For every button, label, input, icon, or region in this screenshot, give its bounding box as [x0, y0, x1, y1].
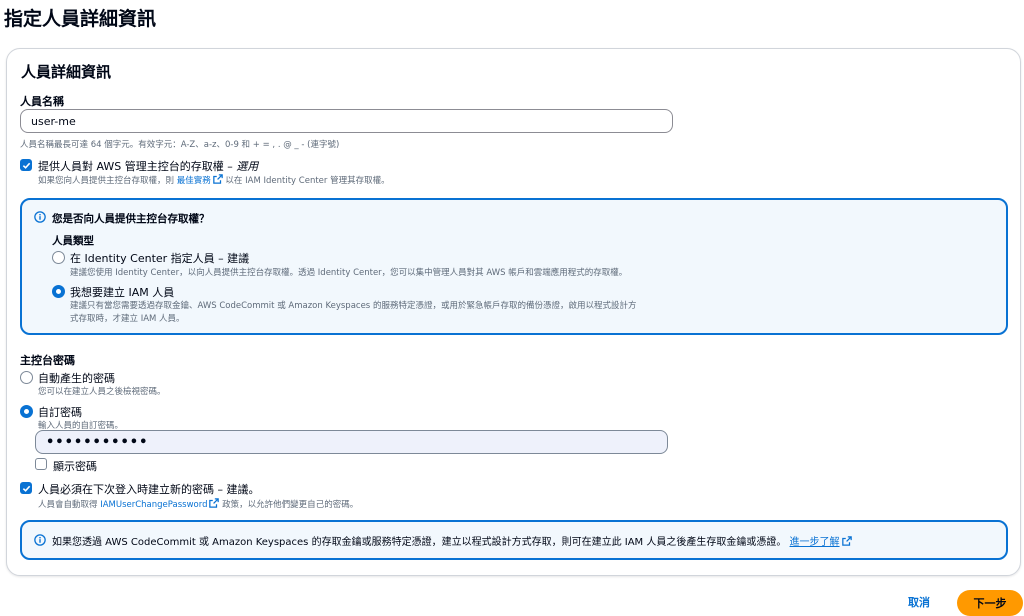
auto-password-label: 自動產生的密碼: [38, 372, 115, 385]
reset-password-desc-text: 人員會自動取得: [38, 500, 101, 510]
external-link-icon: [212, 174, 223, 184]
external-link-icon: [209, 498, 220, 508]
iam-user-radio[interactable]: [52, 285, 65, 298]
user-name-input[interactable]: user-me: [20, 109, 673, 133]
iam-user-description-line1: 建議只有當您需要透過存取金鑰、AWS CodeCommit 或 Amazon K…: [70, 301, 637, 311]
reset-password-checkbox[interactable]: [20, 482, 32, 494]
programmatic-access-note-text: 如果您透過 AWS CodeCommit 或 Amazon Keyspaces …: [52, 537, 787, 548]
best-practices-link[interactable]: 最佳實務: [177, 176, 211, 186]
iam-user-label: 我想要建立 IAM 人員: [70, 286, 175, 299]
learn-more-link[interactable]: 進一步了解: [790, 537, 840, 548]
iam-user-description-line2: 式存取時，才建立 IAM 人員。: [70, 314, 185, 324]
check-icon: [22, 485, 30, 492]
next-button[interactable]: 下一步: [957, 590, 1023, 616]
check-icon: [22, 162, 30, 169]
reset-password-label: 人員必須在下次登入時建立新的密碼 – 建議。: [38, 483, 260, 496]
console-password-label: 主控台密碼: [20, 354, 75, 367]
custom-password-label: 自訂密碼: [38, 406, 82, 419]
programmatic-access-note: 如果您透過 AWS CodeCommit 或 Amazon Keyspaces …: [52, 533, 852, 548]
panel-title: 人員詳細資訊: [21, 63, 112, 81]
info-icon: [34, 211, 46, 223]
console-access-description: 如果您向人員提供主控台存取權，則 最佳實務 以在 IAM Identity Ce…: [38, 174, 390, 186]
password-value: •••••••••••: [46, 434, 149, 450]
custom-password-radio[interactable]: [20, 405, 33, 418]
page-title: 指定人員詳細資訊: [4, 8, 157, 30]
user-type-label: 人員類型: [52, 235, 94, 247]
console-access-desc-text: 如果您向人員提供主控台存取權，則: [38, 176, 177, 186]
access-question-title: 您是否向人員提供主控台存取權？: [52, 213, 210, 225]
external-link-icon: [841, 536, 852, 546]
console-access-desc-suffix: 以在 IAM Identity Center 管理其存取權。: [222, 176, 390, 186]
identity-center-label: 在 Identity Center 指定人員 – 建議: [70, 252, 250, 265]
optional-tag: 選用: [236, 160, 259, 173]
show-password-checkbox[interactable]: [35, 458, 47, 470]
console-access-checkbox[interactable]: [20, 159, 32, 171]
auto-password-description: 您可以在建立人員之後檢視密碼。: [38, 387, 166, 397]
cancel-button[interactable]: 取消: [908, 594, 930, 610]
user-name-label: 人員名稱: [20, 95, 64, 108]
reset-password-description: 人員會自動取得 IAMUserChangePassword 政策，以允許他們變更…: [38, 498, 358, 510]
identity-center-description: 建議您使用 Identity Center，以向人員提供主控台存取權。透過 Id…: [70, 268, 628, 278]
info-icon: [34, 534, 46, 546]
identity-center-radio[interactable]: [52, 251, 65, 264]
reset-password-desc-suffix: 政策，以允許他們變更自己的密碼。: [219, 500, 359, 510]
user-name-hint: 人員名稱最長可達 64 個字元。有效字元：A-Z、a-z、0-9 和 + = ,…: [20, 140, 340, 150]
iam-user-change-password-link[interactable]: IAMUserChangePassword: [100, 500, 207, 510]
user-name-value: user-me: [31, 114, 76, 128]
console-access-label-text: 提供人員對 AWS 管理主控台的存取權 –: [38, 160, 237, 173]
console-access-label: 提供人員對 AWS 管理主控台的存取權 – 選用: [38, 158, 258, 174]
auto-password-radio[interactable]: [20, 371, 33, 384]
password-input[interactable]: •••••••••••: [35, 430, 668, 454]
show-password-label: 顯示密碼: [53, 460, 97, 473]
